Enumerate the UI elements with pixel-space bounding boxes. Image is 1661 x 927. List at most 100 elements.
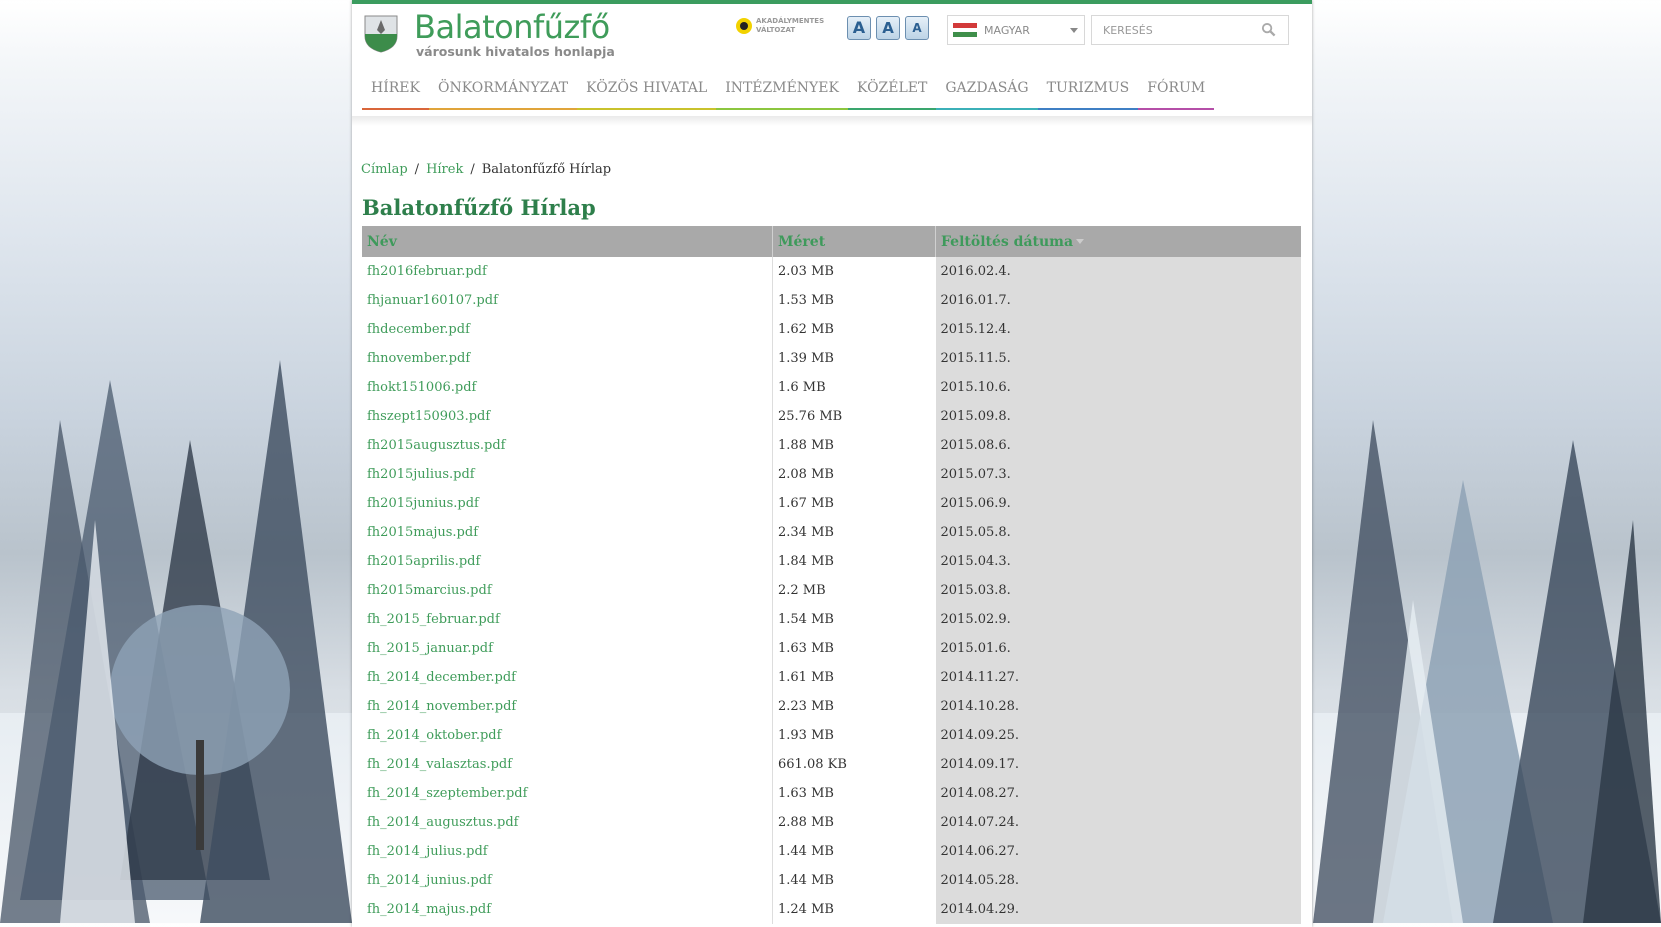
file-size: 1.93 MB xyxy=(772,721,936,750)
upload-date: 2015.03.8. xyxy=(935,576,1301,605)
file-name-link[interactable]: fh2015julius.pdf xyxy=(362,460,773,489)
file-name-link[interactable]: fhjanuar160107.pdf xyxy=(362,286,773,315)
nav-item-4[interactable]: KÖZÉLET xyxy=(847,74,937,110)
file-size: 2.2 MB xyxy=(772,576,936,605)
file-name-link[interactable]: fh_2014_november.pdf xyxy=(362,692,773,721)
breadcrumb: Címlap / Hírek / Balatonfűzfő Hírlap xyxy=(361,162,611,177)
file-size: 1.67 MB xyxy=(772,489,936,518)
font-increase-button[interactable]: A xyxy=(847,16,871,40)
nav-item-1[interactable]: ÖNKORMÁNYZAT xyxy=(428,74,578,110)
nav-item-6[interactable]: TURIZMUS xyxy=(1037,74,1139,110)
nav-item-0[interactable]: HÍREK xyxy=(362,74,429,110)
file-table: Név Méret Feltöltés dátuma fh2016februar… xyxy=(362,226,1301,924)
accessibility-label-line2: VÁLTOZAT xyxy=(756,26,796,34)
nav-item-3[interactable]: INTÉZMÉNYEK xyxy=(716,74,848,110)
file-size: 2.88 MB xyxy=(772,808,936,837)
file-size: 25.76 MB xyxy=(772,402,936,431)
file-size: 1.39 MB xyxy=(772,344,936,373)
table-row: fh_2014_junius.pdf 1.44 MB 2014.05.28. xyxy=(362,866,1301,895)
file-size: 1.54 MB xyxy=(772,605,936,634)
file-name-link[interactable]: fh2015majus.pdf xyxy=(362,518,773,547)
file-name-link[interactable]: fh_2015_januar.pdf xyxy=(362,634,773,663)
site-subtitle: városunk hivatalos honlapja xyxy=(416,44,615,59)
table-row: fh2015junius.pdf 1.67 MB 2015.06.9. xyxy=(362,489,1301,518)
file-name-link[interactable]: fh2015augusztus.pdf xyxy=(362,431,773,460)
file-name-link[interactable]: fh_2014_december.pdf xyxy=(362,663,773,692)
chevron-down-icon xyxy=(1070,28,1078,33)
table-row: fh_2014_december.pdf 1.61 MB 2014.11.27. xyxy=(362,663,1301,692)
nav-divider xyxy=(352,116,1312,126)
upload-date: 2015.06.9. xyxy=(935,489,1301,518)
breadcrumb-home-link[interactable]: Címlap xyxy=(361,162,408,177)
nav-item-2[interactable]: KÖZÖS HIVATAL xyxy=(577,74,717,110)
language-select[interactable]: MAGYAR xyxy=(947,15,1085,45)
upload-date: 2014.04.29. xyxy=(935,895,1301,924)
table-row: fhdecember.pdf 1.62 MB 2015.12.4. xyxy=(362,315,1301,344)
sort-desc-icon xyxy=(1076,239,1085,244)
file-name-link[interactable]: fh_2014_valasztas.pdf xyxy=(362,750,773,779)
upload-date: 2016.01.7. xyxy=(935,286,1301,315)
table-row: fh_2014_november.pdf 2.23 MB 2014.10.28. xyxy=(362,692,1301,721)
font-size-controls: A A A xyxy=(847,16,929,40)
table-row: fh2015julius.pdf 2.08 MB 2015.07.3. xyxy=(362,460,1301,489)
upload-date: 2015.12.4. xyxy=(935,315,1301,344)
upload-date: 2015.04.3. xyxy=(935,547,1301,576)
nav-item-7[interactable]: FÓRUM xyxy=(1138,74,1215,110)
upload-date: 2014.06.27. xyxy=(935,837,1301,866)
file-size: 1.88 MB xyxy=(772,431,936,460)
upload-date: 2015.07.3. xyxy=(935,460,1301,489)
file-name-link[interactable]: fhdecember.pdf xyxy=(362,315,773,344)
file-name-link[interactable]: fh2016februar.pdf xyxy=(362,257,773,286)
file-name-link[interactable]: fh2015marcius.pdf xyxy=(362,576,773,605)
accessibility-link[interactable]: AKADÁLYMENTES VÁLTOZAT xyxy=(736,17,824,35)
site-title[interactable]: Balatonfűzfő xyxy=(414,8,610,46)
file-name-link[interactable]: fh2015aprilis.pdf xyxy=(362,547,773,576)
table-row: fhokt151006.pdf 1.6 MB 2015.10.6. xyxy=(362,373,1301,402)
nav-item-5[interactable]: GAZDASÁG xyxy=(936,74,1038,110)
file-name-link[interactable]: fhokt151006.pdf xyxy=(362,373,773,402)
file-name-link[interactable]: fh_2014_augusztus.pdf xyxy=(362,808,773,837)
font-decrease-button[interactable]: A xyxy=(905,16,929,40)
coat-of-arms-logo[interactable] xyxy=(363,14,399,54)
column-header-upload-date-label: Feltöltés dátuma xyxy=(941,233,1074,250)
breadcrumb-news-link[interactable]: Hírek xyxy=(426,162,463,177)
upload-date: 2014.09.17. xyxy=(935,750,1301,779)
file-name-link[interactable]: fh_2014_junius.pdf xyxy=(362,866,773,895)
column-header-upload-date[interactable]: Feltöltés dátuma xyxy=(935,226,1301,257)
table-row: fhnovember.pdf 1.39 MB 2015.11.5. xyxy=(362,344,1301,373)
file-size: 1.84 MB xyxy=(772,547,936,576)
upload-date: 2015.10.6. xyxy=(935,373,1301,402)
file-name-link[interactable]: fh_2014_majus.pdf xyxy=(362,895,773,924)
column-header-size[interactable]: Méret xyxy=(772,226,936,257)
upload-date: 2015.08.6. xyxy=(935,431,1301,460)
accessibility-label-line1: AKADÁLYMENTES xyxy=(756,17,825,25)
hungarian-flag-icon xyxy=(953,23,977,38)
file-size: 1.62 MB xyxy=(772,315,936,344)
main-nav: HÍREK ÖNKORMÁNYZAT KÖZÖS HIVATAL INTÉZMÉNYE… xyxy=(362,74,1215,110)
winter-background-right xyxy=(1313,0,1661,923)
file-name-link[interactable]: fh_2014_julius.pdf xyxy=(362,837,773,866)
search-input[interactable] xyxy=(1101,16,1255,44)
file-name-link[interactable]: fh_2015_februar.pdf xyxy=(362,605,773,634)
search-icon[interactable] xyxy=(1261,22,1276,37)
upload-date: 2014.07.24. xyxy=(935,808,1301,837)
file-name-link[interactable]: fhszept150903.pdf xyxy=(362,402,773,431)
breadcrumb-current: Balatonfűzfő Hírlap xyxy=(481,162,612,177)
table-row: fh_2014_augusztus.pdf 2.88 MB 2014.07.24. xyxy=(362,808,1301,837)
table-header-row: Név Méret Feltöltés dátuma xyxy=(362,226,1301,257)
font-reset-button[interactable]: A xyxy=(876,16,900,40)
file-name-link[interactable]: fh_2014_szeptember.pdf xyxy=(362,779,773,808)
table-row: fh2016februar.pdf 2.03 MB 2016.02.4. xyxy=(362,257,1301,286)
file-name-link[interactable]: fh2015junius.pdf xyxy=(362,489,773,518)
file-size: 2.23 MB xyxy=(772,692,936,721)
table-row: fh_2014_majus.pdf 1.24 MB 2014.04.29. xyxy=(362,895,1301,924)
upload-date: 2015.02.9. xyxy=(935,605,1301,634)
upload-date: 2014.11.27. xyxy=(935,663,1301,692)
file-name-link[interactable]: fhnovember.pdf xyxy=(362,344,773,373)
table-row: fh2015aprilis.pdf 1.84 MB 2015.04.3. xyxy=(362,547,1301,576)
file-name-link[interactable]: fh_2014_oktober.pdf xyxy=(362,721,773,750)
table-row: fhszept150903.pdf 25.76 MB 2015.09.8. xyxy=(362,402,1301,431)
column-header-name[interactable]: Név xyxy=(362,226,773,257)
accessibility-label: AKADÁLYMENTES VÁLTOZAT xyxy=(756,17,824,35)
table-row: fh_2014_szeptember.pdf 1.63 MB 2014.08.27. xyxy=(362,779,1301,808)
